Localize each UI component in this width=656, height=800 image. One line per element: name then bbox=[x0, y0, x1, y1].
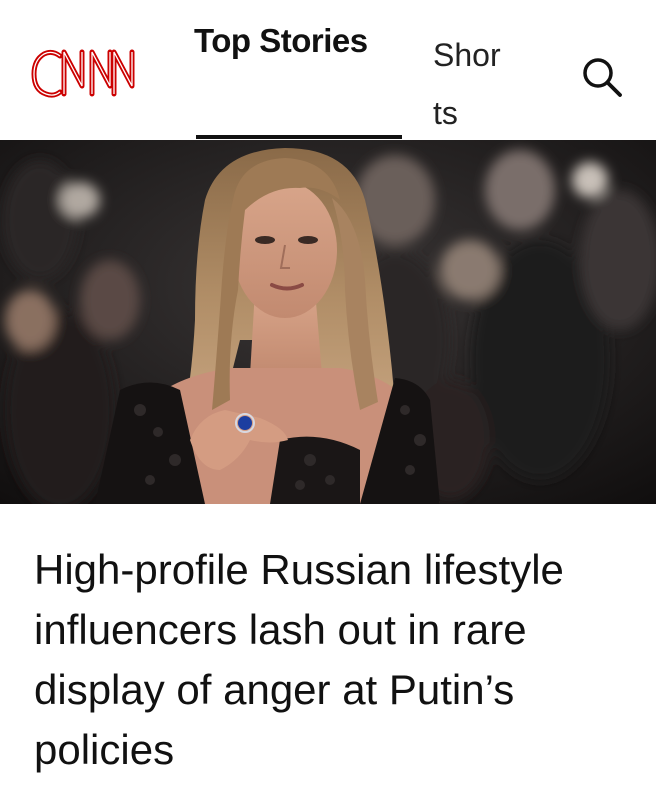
cnn-logo[interactable] bbox=[30, 42, 138, 100]
article-hero-image[interactable] bbox=[0, 140, 656, 504]
hero-photo bbox=[0, 140, 656, 504]
article-headline[interactable]: High-profile Russian lifestyle influence… bbox=[34, 540, 634, 780]
tab-shorts[interactable]: Shorts bbox=[433, 26, 508, 142]
search-icon[interactable] bbox=[580, 55, 624, 99]
active-tab-indicator bbox=[196, 135, 402, 139]
tab-top-stories[interactable]: Top Stories bbox=[194, 22, 368, 60]
app-header: Top Stories Shorts bbox=[0, 0, 656, 140]
